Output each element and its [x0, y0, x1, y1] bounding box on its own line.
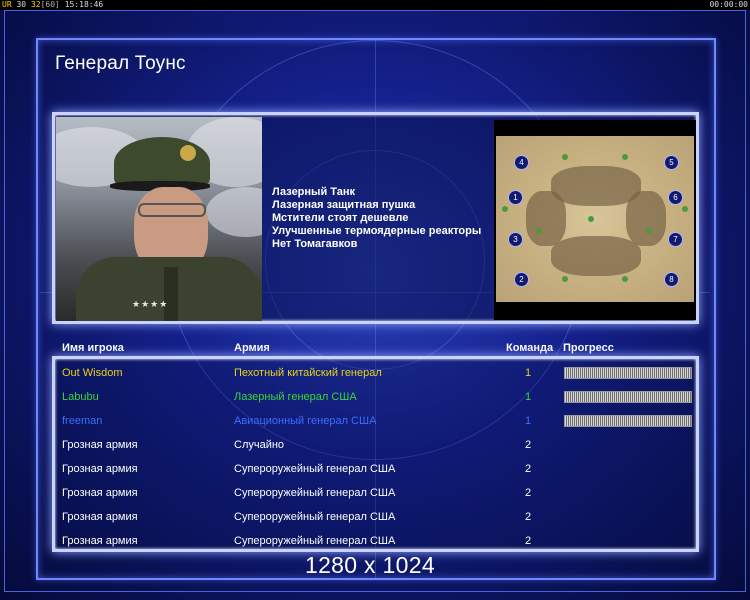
ur-value-c: [60]: [40, 0, 60, 9]
player-team: 1: [524, 415, 532, 427]
map-start-slot: 2: [514, 272, 529, 287]
player-progress-bar: [564, 391, 692, 403]
general-title: Генерал Тоунс: [55, 53, 186, 74]
player-army: Супероружейный генерал США: [234, 463, 396, 475]
status-bar: UR 30 32[60] 15:18:46 00:00:00: [0, 0, 750, 10]
player-name: Грозная армия: [62, 535, 138, 547]
clock: 15:18:46: [64, 0, 104, 9]
column-header-progress: Прогресс: [563, 342, 614, 354]
ur-value-b: 32: [30, 0, 41, 9]
cap-insignia-icon: [180, 145, 196, 161]
resolution-overlay: 1280 x 1024: [305, 552, 435, 578]
game-timer: 00:00:00: [709, 0, 748, 9]
feature-item: Лазерный Танк: [272, 186, 355, 198]
player-row: Грозная армия Супероружейный генерал США 2: [52, 529, 699, 553]
general-portrait: ★★★★: [56, 117, 262, 321]
map-preview: 4 1 3 2 5 6 7 8: [494, 120, 696, 320]
player-army: Пехотный китайский генерал: [234, 367, 382, 379]
player-team: 2: [524, 439, 532, 451]
player-name: Грозная армия: [62, 511, 138, 523]
player-row: Грозная армия Супероружейный генерал США 2: [52, 457, 699, 481]
map-start-slot: 4: [514, 155, 529, 170]
feature-item: Нет Томагавков: [272, 238, 358, 250]
player-team: 2: [524, 463, 532, 475]
player-progress-bar: [564, 367, 692, 379]
map-start-slot: 6: [668, 190, 683, 205]
column-header-team: Команда: [506, 342, 554, 354]
player-army: Супероружейный генерал США: [234, 511, 396, 523]
player-progress-bar: [564, 415, 692, 427]
player-army: Лазерный генерал США: [234, 391, 357, 403]
player-row: Out Wisdom Пехотный китайский генерал 1: [52, 361, 699, 385]
ur-label: UR: [2, 0, 12, 9]
map-start-slot: 5: [664, 155, 679, 170]
map-start-slot: 1: [508, 190, 523, 205]
player-name: Грозная армия: [62, 463, 138, 475]
player-army: Супероружейный генерал США: [234, 487, 396, 499]
general-features: Лазерный Танк Лазерная защитная пушка Мс…: [272, 186, 481, 251]
map-start-slot: 7: [668, 232, 683, 247]
player-team: 2: [524, 511, 532, 523]
map-start-slot: 3: [508, 232, 523, 247]
feature-item: Лазерная защитная пушка: [272, 199, 416, 211]
player-row: Грозная армия Супероружейный генерал США 2: [52, 481, 699, 505]
player-name: Грозная армия: [62, 439, 138, 451]
player-row: Грозная армия Случайно 2: [52, 433, 699, 457]
player-army: Случайно: [234, 439, 285, 451]
player-row: Labubu Лазерный генерал США 1: [52, 385, 699, 409]
player-name: Out Wisdom: [62, 367, 123, 379]
column-header-army: Армия: [234, 342, 270, 354]
feature-item: Улучшенные термоядерные реакторы: [272, 225, 482, 237]
player-name: Грозная армия: [62, 487, 138, 499]
player-name: Labubu: [62, 391, 99, 403]
player-row: Грозная армия Супероружейный генерал США 2: [52, 505, 699, 529]
player-team: 1: [524, 391, 532, 403]
player-team: 2: [524, 535, 532, 547]
ur-value-a: 30: [16, 0, 27, 9]
player-team: 2: [524, 487, 532, 499]
player-army: Авиационный генерал США: [234, 415, 377, 427]
map-start-slot: 8: [664, 272, 679, 287]
column-header-player: Имя игрока: [62, 342, 124, 354]
player-row: freeman Авиационный генерал США 1: [52, 409, 699, 433]
player-team: 1: [524, 367, 532, 379]
player-name: freeman: [62, 415, 103, 427]
rank-stars-icon: ★★★★: [132, 299, 169, 309]
feature-item: Мстители стоят дешевле: [272, 212, 409, 224]
player-army: Супероружейный генерал США: [234, 535, 396, 547]
